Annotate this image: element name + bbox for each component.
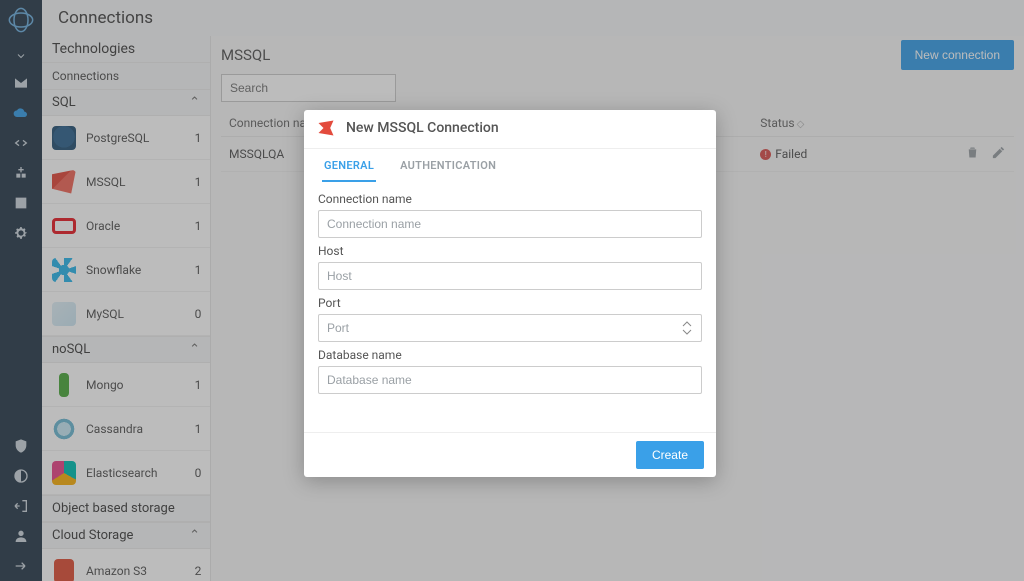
tab-general[interactable]: GENERAL: [322, 149, 376, 182]
new-connection-modal: New MSSQL Connection GENERAL AUTHENTICAT…: [304, 110, 716, 477]
input-database[interactable]: [318, 366, 702, 394]
mssql-icon: [316, 118, 336, 138]
tab-authentication[interactable]: AUTHENTICATION: [398, 149, 498, 182]
modal-title: New MSSQL Connection: [346, 120, 499, 136]
input-port[interactable]: [318, 314, 702, 342]
label-database: Database name: [318, 348, 702, 362]
label-port: Port: [318, 296, 702, 310]
label-host: Host: [318, 244, 702, 258]
input-connection-name[interactable]: [318, 210, 702, 238]
label-connection-name: Connection name: [318, 192, 702, 206]
input-host[interactable]: [318, 262, 702, 290]
create-button[interactable]: Create: [636, 441, 704, 469]
chevron-down-icon[interactable]: [682, 328, 692, 336]
port-stepper[interactable]: [682, 314, 696, 342]
chevron-up-icon[interactable]: [682, 320, 692, 328]
